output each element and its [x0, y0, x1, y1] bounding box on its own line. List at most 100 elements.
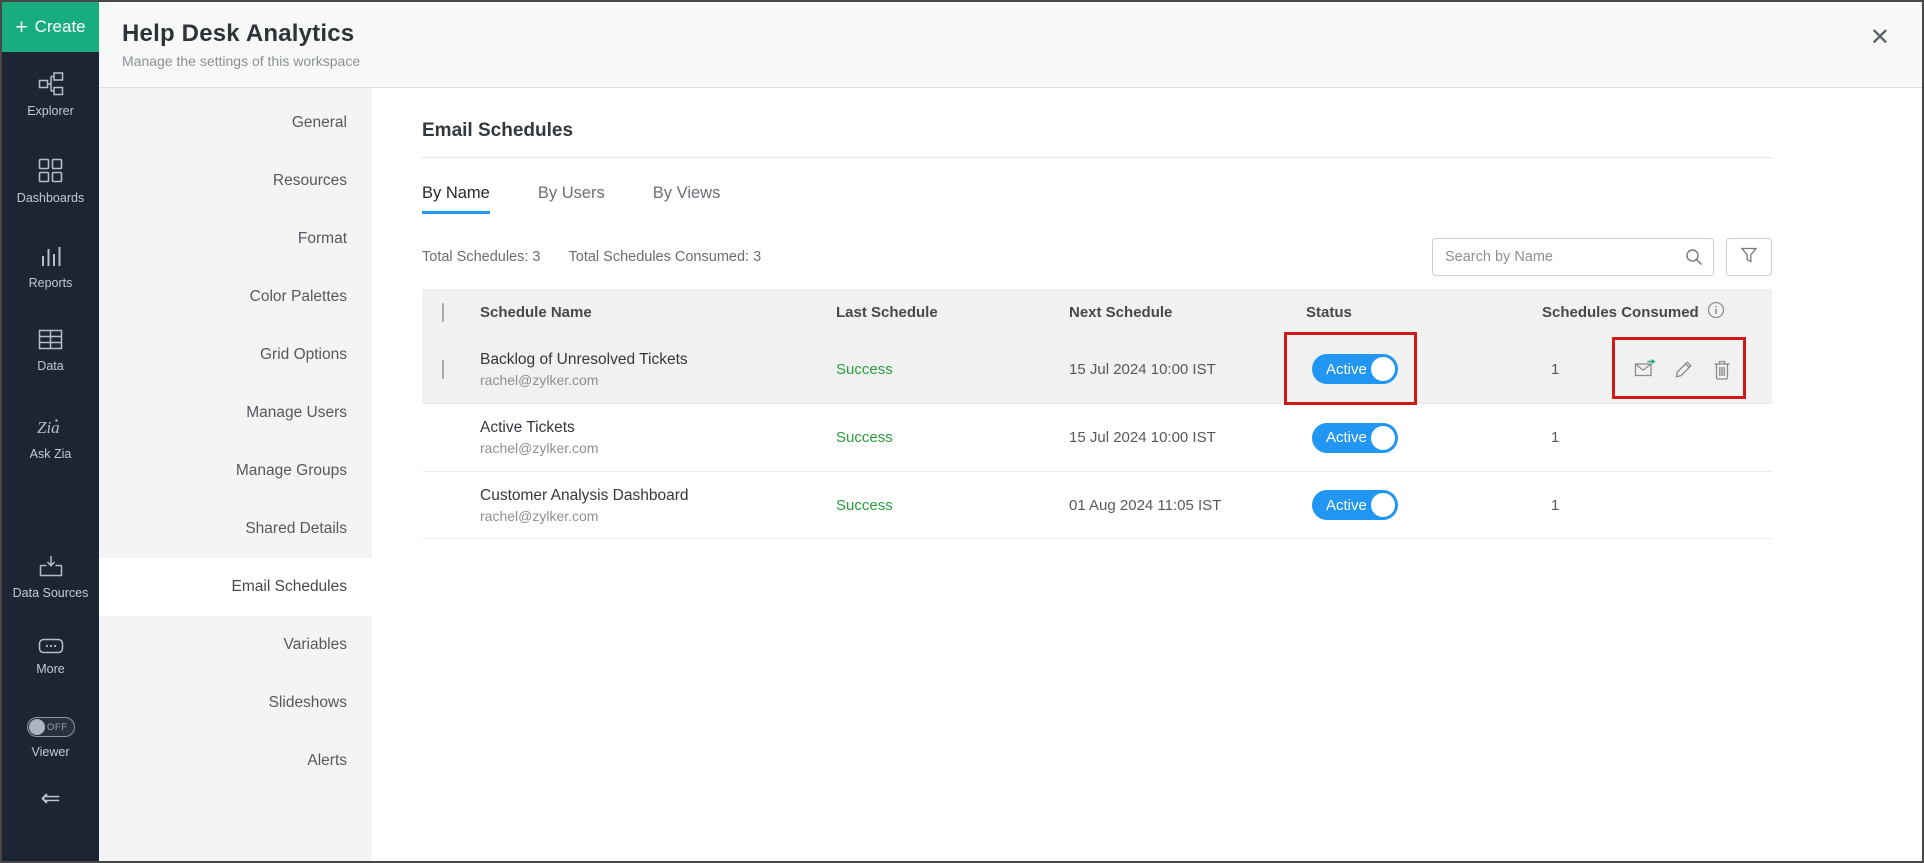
- zia-icon: Zia: [34, 415, 68, 439]
- edit-icon[interactable]: [1674, 359, 1694, 379]
- settings-item-shared-details[interactable]: Shared Details: [99, 500, 372, 558]
- settings-item-manage-users[interactable]: Manage Users: [99, 384, 372, 442]
- next-schedule-time: 15 Jul 2024 10:00 IST: [1069, 360, 1216, 378]
- settings-item-slideshows[interactable]: Slideshows: [99, 674, 372, 732]
- table-row[interactable]: Customer Analysis Dashboard rachel@zylke…: [422, 471, 1772, 539]
- sidebar-item-data[interactable]: Data: [2, 328, 99, 375]
- create-button-label: Create: [34, 17, 86, 36]
- collapse-left-icon[interactable]: ⇐: [40, 787, 60, 811]
- table-row[interactable]: Active Tickets rachel@zylker.com Success…: [422, 403, 1772, 471]
- status-toggle[interactable]: Active: [1312, 490, 1398, 520]
- content-pane: Help Desk Analytics Manage the settings …: [99, 2, 1922, 861]
- settings-item-format[interactable]: Format: [99, 210, 372, 268]
- plus-icon: +: [15, 15, 28, 39]
- send-mail-icon[interactable]: [1634, 359, 1656, 379]
- totals: Total Schedules: 3 Total Schedules Consu…: [422, 249, 761, 265]
- schedule-owner: rachel@zylker.com: [480, 507, 599, 524]
- sidebar-item-data-sources[interactable]: Data Sources: [2, 554, 99, 602]
- last-schedule-status: Success: [836, 429, 893, 446]
- schedule-owner: rachel@zylker.com: [480, 440, 599, 456]
- more-ellipsis-icon: [38, 638, 64, 654]
- last-schedule-status: Success: [836, 496, 893, 514]
- viewer-toggle[interactable]: OFF: [26, 717, 75, 738]
- settings-item-manage-groups[interactable]: Manage Groups: [99, 442, 372, 500]
- page-title: Help Desk Analytics: [122, 20, 355, 47]
- sidebar-item-label: Dashboards: [16, 190, 85, 205]
- search-input[interactable]: [1432, 238, 1714, 276]
- column-header-next-schedule: Next Schedule: [1069, 303, 1173, 321]
- sidebar-item-label: Data Sources: [12, 586, 89, 601]
- schedule-name: Customer Analysis Dashboard: [480, 486, 689, 504]
- close-icon[interactable]: ✕: [1870, 26, 1890, 50]
- last-schedule-status: Success: [836, 360, 893, 378]
- row-actions: [1634, 335, 1732, 403]
- email-schedules-panel: Email Schedules By Name By Users By View…: [372, 88, 1922, 861]
- app-window: + Create Explorer Dashboards Reports Dat…: [0, 0, 1924, 863]
- create-button[interactable]: + Create: [2, 2, 99, 52]
- search-box: [1432, 238, 1714, 276]
- status-toggle-label: Active: [1326, 496, 1367, 514]
- divider: [422, 157, 1772, 158]
- column-header-schedule-name: Schedule Name: [480, 303, 592, 321]
- sidebar-item-label: Data: [37, 358, 64, 373]
- column-header-status: Status: [1306, 303, 1352, 321]
- schedule-name: Backlog of Unresolved Tickets: [480, 350, 688, 368]
- settings-item-email-schedules[interactable]: Email Schedules: [99, 558, 372, 616]
- sidebar-item-more[interactable]: More: [2, 638, 99, 678]
- status-toggle-label: Active: [1326, 429, 1367, 446]
- next-schedule-time: 01 Aug 2024 11:05 IST: [1069, 496, 1222, 514]
- next-schedule-time: 15 Jul 2024 10:00 IST: [1069, 429, 1216, 446]
- app-sidebar: + Create Explorer Dashboards Reports Dat…: [2, 2, 99, 861]
- settings-item-grid-options[interactable]: Grid Options: [99, 326, 372, 384]
- status-toggle-knob: [1371, 425, 1395, 450]
- viewer-toggle-item[interactable]: OFF Viewer: [2, 717, 99, 761]
- column-header-schedules-consumed: Schedules Consumed: [1542, 303, 1699, 321]
- sidebar-item-label: Ask Zia: [29, 446, 72, 461]
- settings-item-color-palettes[interactable]: Color Palettes: [99, 268, 372, 326]
- workspace-header: Help Desk Analytics Manage the settings …: [99, 2, 1922, 88]
- sidebar-item-label: More: [36, 661, 65, 676]
- settings-item-alerts[interactable]: Alerts: [99, 732, 372, 790]
- data-table-icon: [38, 328, 63, 351]
- table-header-row: Schedule Name Last Schedule Next Schedul…: [422, 289, 1772, 335]
- schedule-owner: rachel@zylker.com: [480, 371, 599, 388]
- status-toggle[interactable]: Active: [1312, 354, 1398, 384]
- filter-button[interactable]: [1726, 238, 1772, 276]
- sidebar-item-ask-zia[interactable]: Zia Ask Zia: [2, 415, 99, 463]
- viewer-label: Viewer: [31, 745, 70, 760]
- schedule-name: Active Tickets: [480, 419, 575, 436]
- tab-by-users[interactable]: By Users: [538, 184, 605, 214]
- section-title: Email Schedules: [422, 120, 574, 141]
- sidebar-item-dashboards[interactable]: Dashboards: [2, 158, 99, 207]
- schedules-consumed-count: 1: [1551, 429, 1560, 446]
- page-subtitle: Manage the settings of this workspace: [122, 53, 361, 69]
- schedules-table: Schedule Name Last Schedule Next Schedul…: [422, 289, 1772, 539]
- viewer-toggle-knob: [28, 719, 45, 736]
- row-checkbox[interactable]: [442, 359, 444, 379]
- explorer-tree-icon: [38, 72, 64, 96]
- settings-sidebar: General Resources Format Color Palettes …: [99, 88, 372, 861]
- settings-item-variables[interactable]: Variables: [99, 616, 372, 674]
- sidebar-item-explorer[interactable]: Explorer: [2, 72, 99, 120]
- tab-by-name[interactable]: By Name: [422, 184, 490, 214]
- schedule-tabs: By Name By Users By Views: [422, 184, 1922, 214]
- status-toggle-knob: [1371, 357, 1395, 381]
- reports-bars-icon: [39, 244, 63, 268]
- column-header-last-schedule: Last Schedule: [836, 303, 938, 321]
- status-toggle[interactable]: Active: [1312, 422, 1398, 453]
- settings-item-general[interactable]: General: [99, 94, 372, 152]
- settings-item-resources[interactable]: Resources: [99, 152, 372, 210]
- table-row[interactable]: Backlog of Unresolved Tickets rachel@zyl…: [422, 332, 1772, 405]
- status-toggle-label: Active: [1326, 360, 1367, 378]
- info-icon[interactable]: [1707, 301, 1725, 323]
- table-toolbar: Total Schedules: 3 Total Schedules Consu…: [422, 238, 1772, 276]
- sidebar-item-reports[interactable]: Reports: [2, 244, 99, 292]
- select-all-checkbox[interactable]: [442, 302, 444, 322]
- delete-icon[interactable]: [1712, 359, 1732, 380]
- sidebar-item-label: Explorer: [27, 104, 74, 118]
- data-sources-import-icon: [38, 554, 64, 578]
- total-schedules: Total Schedules: 3: [422, 249, 541, 265]
- tab-by-views[interactable]: By Views: [653, 184, 721, 214]
- viewer-toggle-state: OFF: [47, 722, 68, 734]
- dashboards-grid-icon: [38, 158, 63, 183]
